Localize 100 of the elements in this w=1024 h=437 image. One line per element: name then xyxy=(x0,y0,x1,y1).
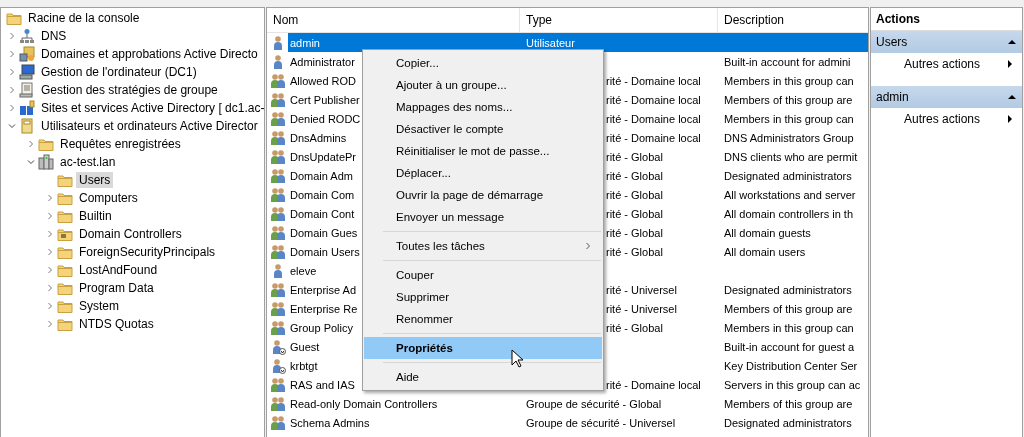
menu-item[interactable]: Ajouter à un groupe... xyxy=(364,74,602,96)
description-cell: Key Distribution Center Ser xyxy=(724,359,858,372)
tree-item[interactable]: Builtin xyxy=(76,208,115,224)
tree-item[interactable]: Racine de la console xyxy=(25,10,143,26)
submenu-triangle-icon xyxy=(1006,115,1014,123)
collapse-triangle-icon xyxy=(1008,38,1016,46)
expand-chevron-icon[interactable] xyxy=(8,86,16,94)
tree-item[interactable]: Sites et services Active Directory [ dc1.ac- xyxy=(38,100,264,116)
expand-chevron-icon[interactable] xyxy=(46,212,54,220)
expand-chevron-icon[interactable] xyxy=(46,194,54,202)
group-icon xyxy=(270,300,286,317)
name-cell[interactable]: Domain Adm xyxy=(288,167,355,184)
menu-item[interactable]: Couper xyxy=(364,264,602,286)
expand-chevron-icon[interactable] xyxy=(8,104,16,112)
expand-chevron-icon[interactable] xyxy=(46,266,54,274)
book-icon xyxy=(19,118,35,134)
menu-item[interactable]: Supprimer xyxy=(364,286,602,308)
expand-chevron-icon[interactable] xyxy=(46,248,54,256)
tree-item[interactable]: Domain Controllers xyxy=(76,226,185,242)
name-cell[interactable]: Group Policy xyxy=(288,319,355,336)
expand-chevron-icon[interactable] xyxy=(46,230,54,238)
type-cell: rité - Global xyxy=(606,188,663,201)
tree-item[interactable]: ForeignSecurityPrincipals xyxy=(76,244,219,260)
name-cell[interactable]: Guest xyxy=(288,338,322,355)
submenu-chevron-icon xyxy=(584,242,592,250)
tree-item[interactable]: LostAndFound xyxy=(76,262,161,278)
type-cell: rité - Global xyxy=(606,207,663,220)
action-link[interactable]: Autres actions xyxy=(871,108,1022,130)
name-cell[interactable]: Enterprise Ad xyxy=(288,281,359,298)
tree-item[interactable]: Computers xyxy=(76,190,141,206)
name-cell[interactable]: DnsAdmins xyxy=(288,129,349,146)
group-icon xyxy=(270,205,286,222)
action-link[interactable]: Autres actions xyxy=(871,53,1022,75)
description-cell: Members of this group are xyxy=(724,397,853,410)
group-icon xyxy=(270,167,286,184)
name-cell[interactable]: Enterprise Re xyxy=(288,300,360,317)
section-header[interactable]: admin xyxy=(871,86,1022,108)
expand-chevron-icon[interactable] xyxy=(8,68,16,76)
expand-chevron-icon[interactable] xyxy=(46,320,54,328)
tree-item[interactable]: Requêtes enregistrées xyxy=(57,136,184,152)
expand-chevron-icon[interactable] xyxy=(8,32,16,40)
tree-item[interactable]: Users xyxy=(76,172,114,188)
tree-item[interactable]: Gestion des stratégies de groupe xyxy=(38,82,221,98)
menu-item[interactable]: Réinitialiser le mot de passe... xyxy=(364,140,602,162)
computer-icon xyxy=(19,64,35,80)
name-cell[interactable]: Read-only Domain Controllers xyxy=(288,395,440,412)
name-cell[interactable]: Allowed ROD xyxy=(288,72,359,89)
collapse-chevron-icon[interactable] xyxy=(27,158,35,166)
type-cell: Groupe de sécurité - Universel xyxy=(526,416,676,429)
group-icon xyxy=(270,186,286,203)
tree-item[interactable]: System xyxy=(76,298,122,314)
expand-chevron-icon[interactable] xyxy=(46,284,54,292)
name-cell[interactable]: Schema Admins xyxy=(288,414,372,431)
menu-item[interactable]: Propriétés xyxy=(364,337,602,359)
group-icon xyxy=(270,72,286,89)
expand-chevron-icon[interactable] xyxy=(27,140,35,148)
tree-item[interactable]: Utilisateurs et ordinateurs Active Director xyxy=(38,118,261,134)
tree-item[interactable]: NTDS Quotas xyxy=(76,316,157,332)
menu-item[interactable]: Envoyer un message xyxy=(364,206,602,228)
menu-item[interactable]: Toutes les tâches xyxy=(364,235,602,257)
disabled-user-icon xyxy=(270,338,286,355)
collapse-triangle-icon xyxy=(1008,93,1016,101)
menu-item[interactable]: Ouvrir la page de démarrage xyxy=(364,184,602,206)
description-cell: Members in this group can xyxy=(724,321,854,334)
name-cell[interactable]: Domain Users xyxy=(288,243,362,260)
type-cell: rité - Domaine local xyxy=(606,112,701,125)
type-cell: rité - Global xyxy=(606,226,663,239)
collapse-chevron-icon[interactable] xyxy=(8,122,16,130)
name-cell[interactable]: DnsUpdatePr xyxy=(288,148,359,165)
menu-item[interactable]: Renommer xyxy=(364,308,602,330)
tree-item[interactable]: DNS xyxy=(38,28,70,44)
group-icon xyxy=(270,395,286,412)
menu-item[interactable]: Désactiver le compte xyxy=(364,118,602,140)
tree-item[interactable]: Gestion de l'ordinateur (DC1) xyxy=(38,64,200,80)
tree-item[interactable]: ac-test.lan xyxy=(57,154,119,170)
name-cell[interactable]: RAS and IAS xyxy=(288,376,357,393)
name-cell[interactable]: Denied RODC xyxy=(288,110,363,127)
name-cell[interactable]: eleve xyxy=(288,262,319,279)
name-cell[interactable]: Administrator xyxy=(288,53,357,70)
menu-item[interactable]: Aide xyxy=(364,366,602,388)
menu-item[interactable]: Copier... xyxy=(364,52,602,74)
type-cell: rité - Global xyxy=(606,150,663,163)
expand-chevron-icon[interactable] xyxy=(46,302,54,310)
expand-chevron-icon[interactable] xyxy=(8,50,16,58)
section-header[interactable]: Users xyxy=(871,31,1022,53)
column-header[interactable]: Nom xyxy=(267,8,520,32)
name-cell[interactable]: Domain Cont xyxy=(288,205,357,222)
menu-item[interactable]: Déplacer... xyxy=(364,162,602,184)
name-cell[interactable]: Domain Com xyxy=(288,186,357,203)
name-cell[interactable]: Domain Gues xyxy=(288,224,360,241)
type-cell: rité - Domaine local xyxy=(606,131,701,144)
tree-item[interactable]: Program Data xyxy=(76,280,157,296)
domain-trust-icon xyxy=(19,46,35,62)
menu-item[interactable]: Mappages des noms... xyxy=(364,96,602,118)
column-header[interactable]: Type xyxy=(520,8,718,32)
name-cell[interactable]: Cert Publisher xyxy=(288,91,362,108)
name-cell[interactable]: krbtgt xyxy=(288,357,320,374)
description-cell: Designated administrators xyxy=(724,283,852,296)
group-icon xyxy=(270,110,286,127)
tree-item[interactable]: Domaines et approbations Active Directo xyxy=(38,46,261,62)
